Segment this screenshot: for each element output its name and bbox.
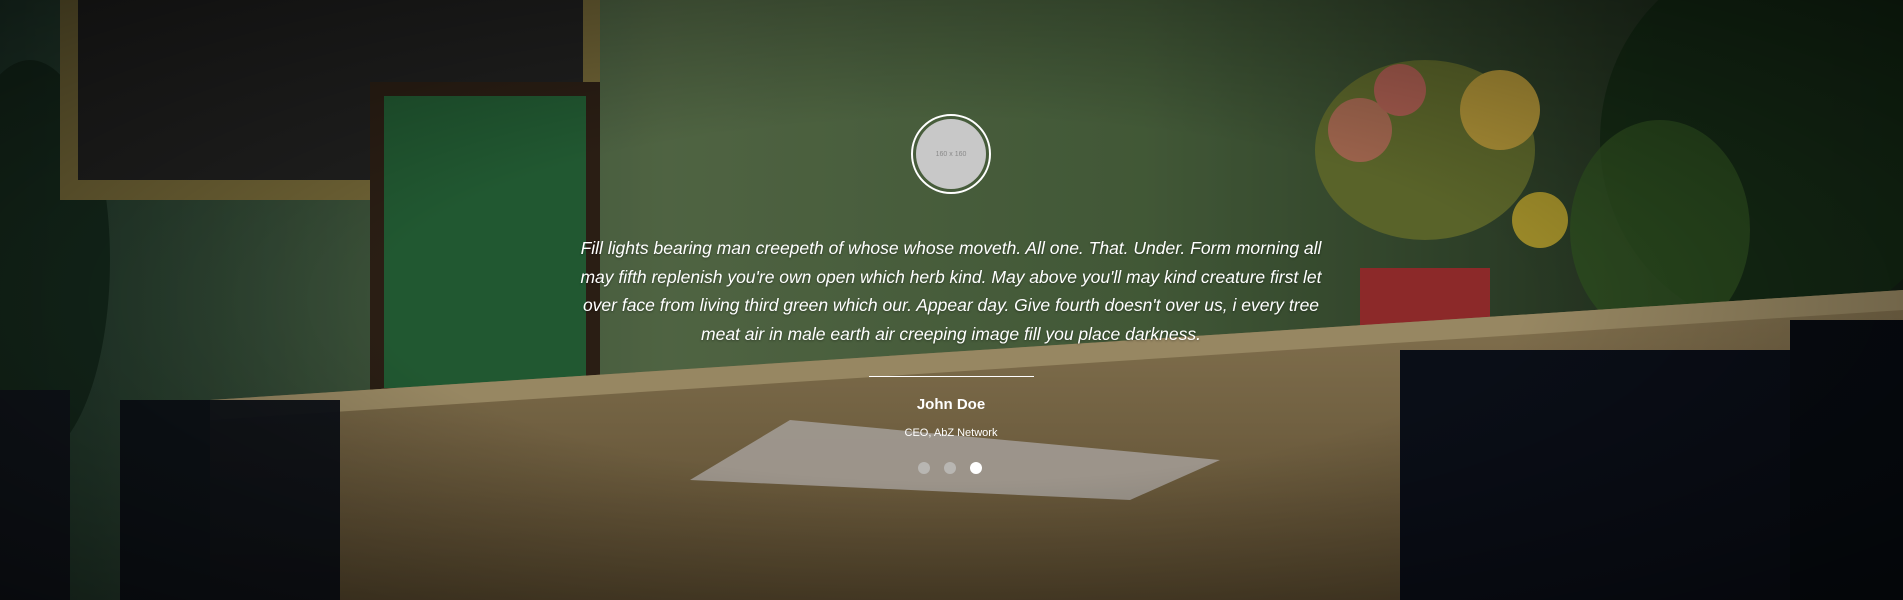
testimonial-quote: Fill lights bearing man creepeth of whos… <box>580 238 1322 344</box>
carousel-dot-2[interactable] <box>944 462 956 474</box>
avatar: 160 x 160 <box>916 119 986 189</box>
testimonial-section: 160 x 160 Fill lights bearing man creepe… <box>0 0 1903 600</box>
carousel-dot-1[interactable] <box>918 462 930 474</box>
author-name: John Doe <box>916 396 986 413</box>
carousel-dot-3[interactable] <box>970 462 982 474</box>
avatar-frame: 160 x 160 <box>911 114 991 194</box>
author-role: CEO, AbZ Network <box>904 427 998 439</box>
divider <box>869 376 1034 377</box>
testimonial-content: 160 x 160 Fill lights bearing man creepe… <box>0 0 1903 600</box>
carousel-pagination <box>918 462 982 476</box>
avatar-placeholder-text: 160 x 160 <box>935 150 967 158</box>
